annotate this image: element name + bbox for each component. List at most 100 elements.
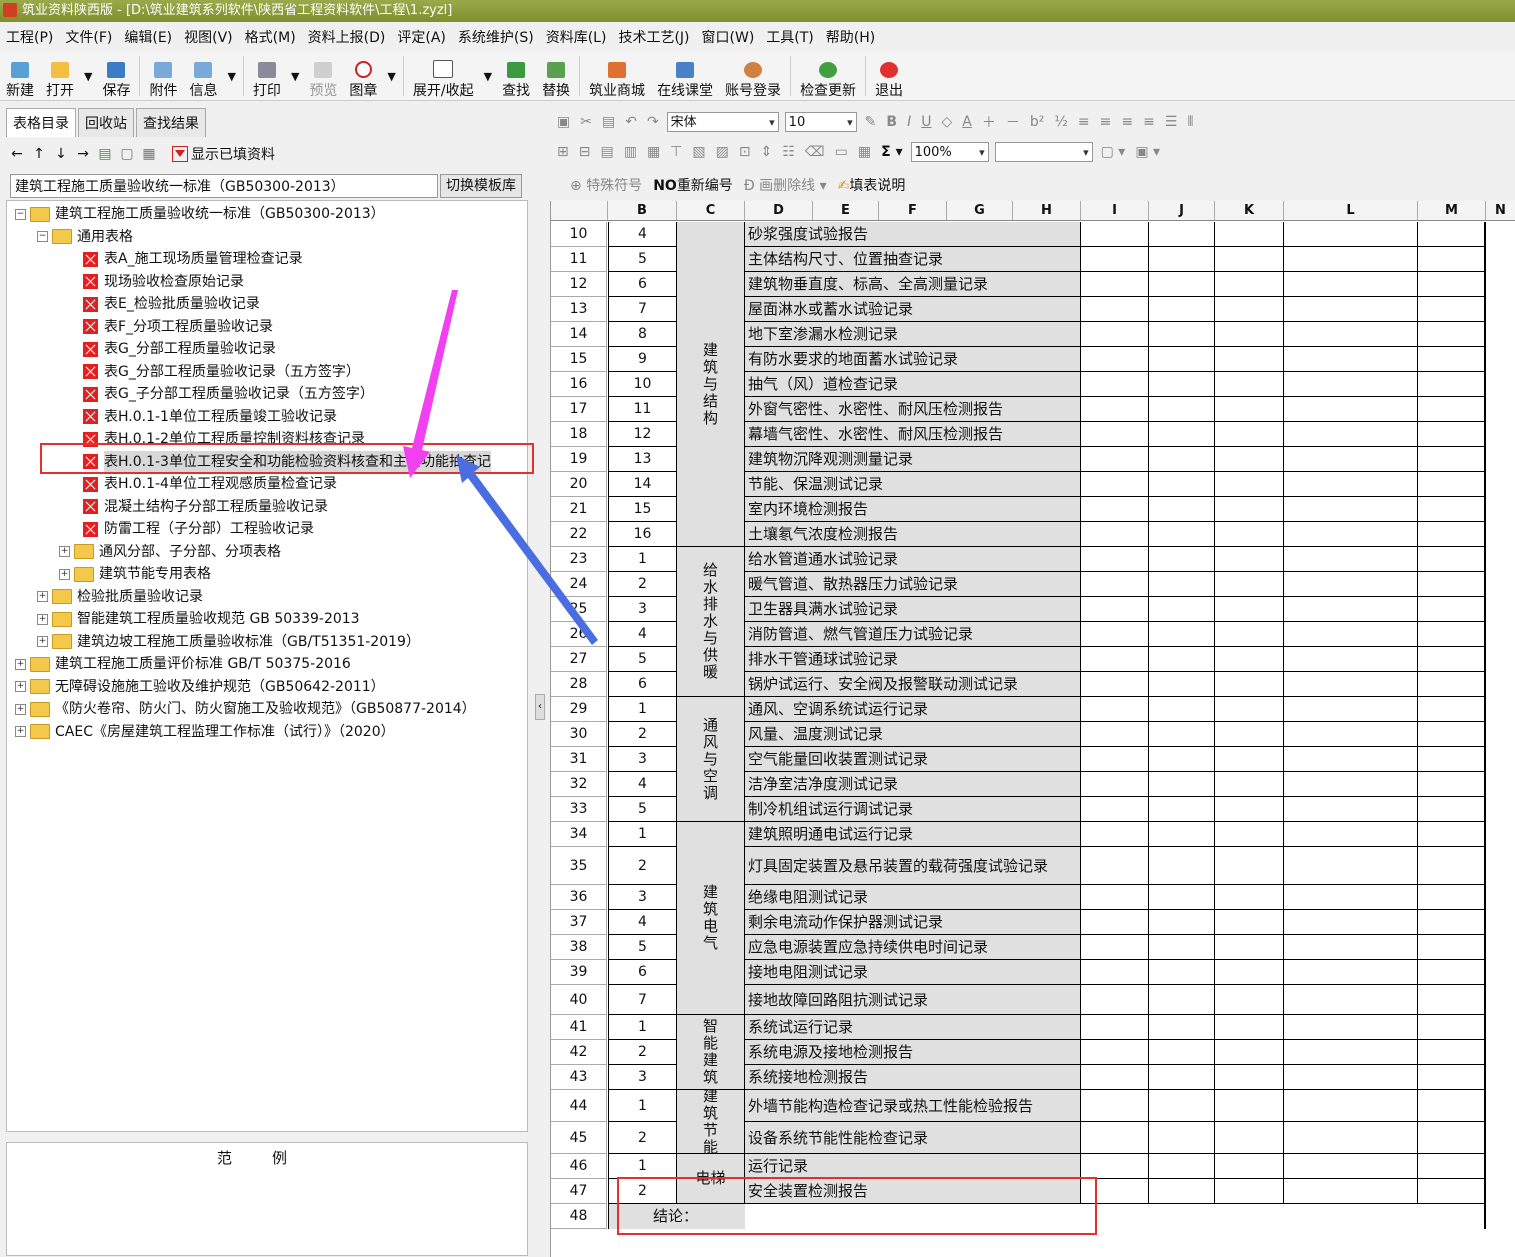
seq-cell[interactable]: 8 <box>608 322 677 347</box>
seq-cell[interactable]: 7 <box>608 985 677 1015</box>
row-number[interactable]: 18 <box>551 422 607 447</box>
row-number[interactable]: 11 <box>551 247 607 272</box>
tree-folder[interactable]: − 建筑工程施工质量验收统一标准（GB50300-2013） <box>15 203 385 225</box>
strikethrough-button[interactable]: Ð 画删除线 ▾ <box>744 175 827 195</box>
print-button[interactable]: 打印 <box>247 54 287 100</box>
expand-icon[interactable]: + <box>59 568 70 580</box>
input-cell[interactable] <box>1284 497 1418 522</box>
input-cell[interactable] <box>1284 297 1418 322</box>
item-name-cell[interactable]: 外墙节能构造检查记录或热工性能检验报告 <box>745 1090 1081 1122</box>
font-family-select[interactable]: 宋体 <box>666 112 779 133</box>
input-cell[interactable] <box>1418 1065 1486 1090</box>
input-cell[interactable] <box>1284 247 1418 272</box>
fraction-icon[interactable]: ½ <box>1054 114 1068 130</box>
input-cell[interactable] <box>1418 622 1486 647</box>
menu-item[interactable]: 系统维护(S) <box>452 27 540 47</box>
tree-folder[interactable]: + CAEC《房屋建筑工程监理工作标准（试行）》（2020） <box>15 721 395 743</box>
new-button[interactable]: 新建 <box>0 54 40 100</box>
item-name-cell[interactable]: 接地故障回路阻抗测试记录 <box>745 985 1081 1015</box>
category-cell[interactable]: 给水排水与供暖 <box>677 547 745 697</box>
seq-cell[interactable]: 1 <box>608 1015 677 1040</box>
input-cell[interactable] <box>1418 722 1486 747</box>
tree-item[interactable]: 混凝土结构子分部工程质量验收记录 <box>83 496 328 518</box>
print-dropdown-icon[interactable]: ▼ <box>287 70 303 83</box>
input-cell[interactable] <box>1284 547 1418 572</box>
item-name-cell[interactable]: 应急电源装置应急持续供电时间记录 <box>745 935 1081 960</box>
input-cell[interactable] <box>1284 322 1418 347</box>
input-cell[interactable] <box>1418 672 1486 697</box>
expand-icon[interactable]: + <box>15 703 26 715</box>
format-brush-icon[interactable]: ✎ <box>865 114 877 130</box>
input-cell[interactable] <box>1149 497 1215 522</box>
fill-color-icon[interactable]: ◇ <box>941 114 952 130</box>
menu-item[interactable]: 技术工艺(J) <box>612 27 695 47</box>
input-cell[interactable] <box>1418 597 1486 622</box>
line-spacing-icon[interactable]: ⇕ <box>761 144 773 160</box>
input-cell[interactable] <box>1215 222 1284 247</box>
item-name-cell[interactable]: 建筑物沉降观测测量记录 <box>745 447 1081 472</box>
item-name-cell[interactable]: 暖气管道、散热器压力试验记录 <box>745 572 1081 597</box>
input-cell[interactable] <box>1149 1122 1215 1154</box>
input-cell[interactable] <box>1284 1122 1418 1154</box>
input-cell[interactable] <box>1081 247 1149 272</box>
menu-item[interactable]: 工程(P) <box>0 27 59 47</box>
input-cell[interactable] <box>1284 272 1418 297</box>
underline-icon[interactable]: U <box>921 114 931 130</box>
justify-icon[interactable]: ≡ <box>1143 114 1155 130</box>
seq-cell[interactable]: 1 <box>608 697 677 722</box>
fill-instructions-button[interactable]: ✍填表说明 <box>838 175 906 195</box>
input-cell[interactable] <box>1418 522 1486 547</box>
input-cell[interactable] <box>1418 910 1486 935</box>
column-header[interactable]: B <box>608 201 677 221</box>
input-cell[interactable] <box>1081 847 1149 885</box>
seq-cell[interactable]: 1 <box>608 1090 677 1122</box>
input-cell[interactable] <box>1081 772 1149 797</box>
input-cell[interactable] <box>1081 960 1149 985</box>
seq-cell[interactable]: 3 <box>608 885 677 910</box>
column-header[interactable]: J <box>1149 201 1215 221</box>
item-name-cell[interactable]: 建筑照明通电试运行记录 <box>745 822 1081 847</box>
input-cell[interactable] <box>1081 397 1149 422</box>
check-update-button[interactable]: 检查更新 <box>794 54 862 100</box>
seq-cell[interactable]: 12 <box>608 422 677 447</box>
row-number[interactable]: 44 <box>551 1090 607 1122</box>
input-cell[interactable] <box>1284 722 1418 747</box>
tree-item[interactable]: 现场验收检查原始记录 <box>83 271 244 293</box>
replace-button[interactable]: 替换 <box>536 54 576 100</box>
input-cell[interactable] <box>1149 935 1215 960</box>
seq-cell[interactable]: 4 <box>608 622 677 647</box>
row-number[interactable]: 27 <box>551 647 607 672</box>
input-cell[interactable] <box>1215 1040 1284 1065</box>
open-button[interactable]: 打开 <box>40 54 80 100</box>
input-cell[interactable] <box>1081 1154 1149 1179</box>
row-number[interactable]: 30 <box>551 722 607 747</box>
row-number[interactable]: 14 <box>551 322 607 347</box>
expand-collapse-button[interactable]: 展开/收起 <box>407 54 480 100</box>
zoom-select[interactable]: 100% <box>910 142 989 163</box>
align-left-icon[interactable]: ≡ <box>1078 114 1090 130</box>
input-cell[interactable] <box>1149 247 1215 272</box>
item-name-cell[interactable]: 系统试运行记录 <box>745 1015 1081 1040</box>
seq-cell[interactable]: 5 <box>608 797 677 822</box>
redo-icon[interactable]: ↷ <box>647 114 659 130</box>
input-cell[interactable] <box>1149 397 1215 422</box>
input-cell[interactable] <box>1149 597 1215 622</box>
tree-item[interactable]: 表E_检验批质量验收记录 <box>83 293 260 315</box>
menu-item[interactable]: 视图(V) <box>178 27 239 47</box>
cut-icon[interactable]: ✂ <box>580 114 592 130</box>
input-cell[interactable] <box>1215 372 1284 397</box>
input-cell[interactable] <box>1149 347 1215 372</box>
tab-table-directory[interactable]: 表格目录 <box>6 108 76 137</box>
input-cell[interactable] <box>1215 447 1284 472</box>
eraser-icon[interactable]: ⌫ <box>805 144 825 160</box>
input-cell[interactable] <box>1215 572 1284 597</box>
row-number[interactable]: 29 <box>551 697 607 722</box>
tree-item[interactable]: 表H.0.1-4单位工程观感质量检查记录 <box>83 473 337 495</box>
row-number[interactable]: 48 <box>551 1204 607 1229</box>
input-cell[interactable] <box>1284 422 1418 447</box>
input-cell[interactable] <box>1284 397 1418 422</box>
item-name-cell[interactable]: 有防水要求的地面蓄水试验记录 <box>745 347 1081 372</box>
menu-item[interactable]: 资料库(L) <box>540 27 613 47</box>
tree-item[interactable]: 表A_施工现场质量管理检查记录 <box>83 248 303 270</box>
input-cell[interactable] <box>1284 1154 1418 1179</box>
